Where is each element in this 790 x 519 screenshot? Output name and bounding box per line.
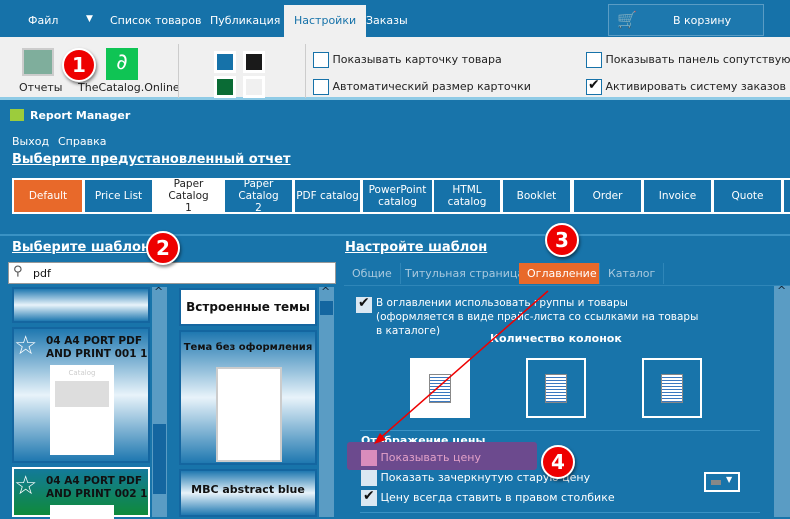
annotation-badge: 4 [541, 445, 575, 479]
annotation-badge: 2 [146, 231, 180, 265]
annotation-badge: 1 [62, 48, 96, 82]
annotation-arrow [374, 290, 549, 444]
annotation-badge: 3 [545, 223, 579, 257]
